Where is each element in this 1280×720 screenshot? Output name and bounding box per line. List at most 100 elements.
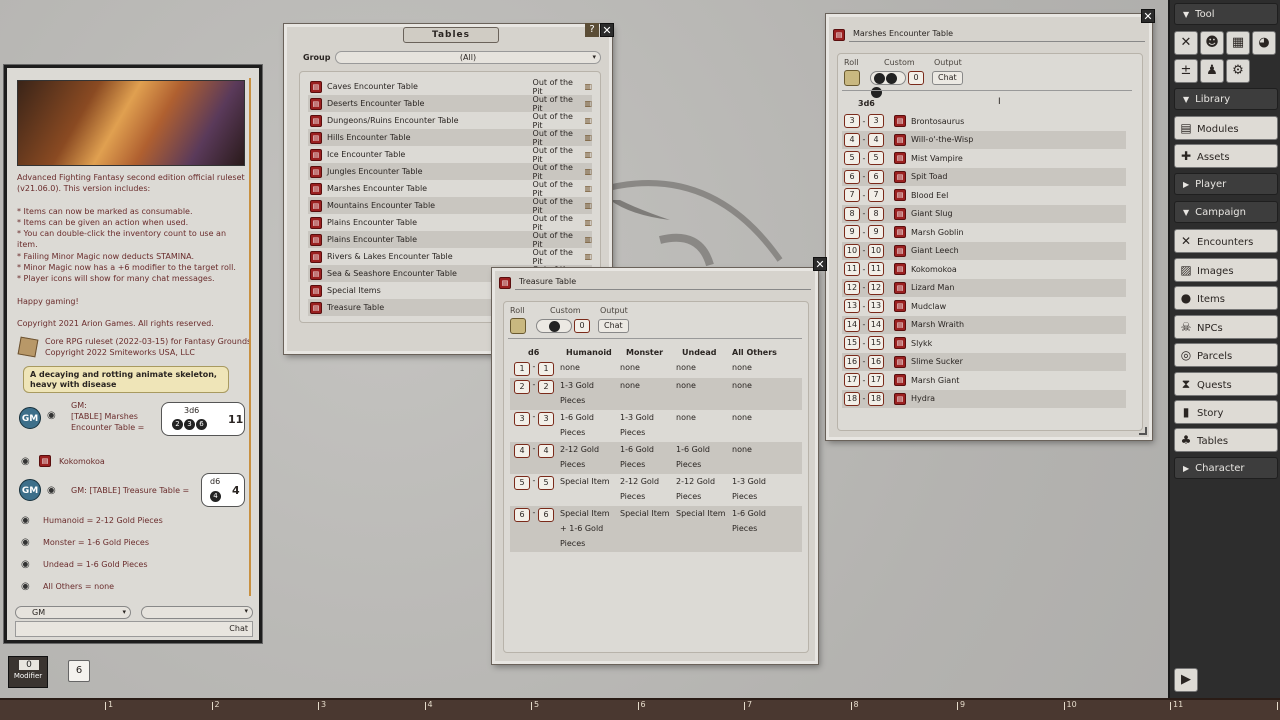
range-high[interactable]: 2 <box>538 380 554 394</box>
range-high[interactable]: 4 <box>538 444 554 458</box>
range-low[interactable]: 8 <box>844 206 860 221</box>
visibility-eye-icon[interactable]: ◉ <box>47 486 61 496</box>
table-list-item[interactable]: ▤ Marshes Encounter Table Out of the Pit ▥ <box>308 180 592 198</box>
range-high[interactable]: 15 <box>868 336 884 350</box>
range-high[interactable]: 14 <box>868 317 884 332</box>
section-character[interactable]: ▶ Character <box>1174 457 1278 479</box>
close-icon[interactable]: ✕ <box>600 23 614 37</box>
sidebar-item-modules[interactable]: ▤ Modules <box>1174 116 1278 140</box>
range-high[interactable]: 3 <box>538 412 554 426</box>
npc-link-icon[interactable]: ▤ <box>894 152 906 164</box>
npc-link-icon[interactable]: ▤ <box>894 263 906 275</box>
range-high[interactable]: 12 <box>868 280 884 295</box>
table-list-item[interactable]: ▤ Plains Encounter Table Out of the Pit ▥ <box>308 214 592 232</box>
section-player[interactable]: ▶ Player <box>1174 173 1278 195</box>
encounter-row[interactable]: 17-17 ▤ Marsh Giant <box>842 371 1126 389</box>
treasure-row[interactable]: 1-1 none none none none <box>510 360 802 378</box>
modifier-box[interactable]: 0 Modifier <box>8 656 48 688</box>
treasure-row[interactable]: 2-2 1-3 Gold Pieces none none none <box>510 378 802 410</box>
output-chat-button[interactable]: Chat <box>598 319 629 333</box>
range-high[interactable]: 11 <box>868 262 884 276</box>
table-list-item[interactable]: ▤ Jungles Encounter Table Out of the Pit ▥ <box>308 163 592 181</box>
range-low[interactable]: 4 <box>844 132 860 147</box>
encounter-row[interactable]: 18-18 ▤ Hydra <box>842 389 1126 408</box>
custom-dice-field[interactable] <box>536 319 572 333</box>
chat-scrollbar[interactable] <box>249 78 251 596</box>
encounter-row[interactable]: 11-11 ▤ Kokomokoa <box>842 260 1126 278</box>
range-low[interactable]: 1 <box>514 362 530 376</box>
encounter-row[interactable]: 4-4 ▤ Will-o'-the-Wisp <box>842 130 1126 149</box>
window-resize-handle[interactable] <box>1139 427 1147 435</box>
npc-link-icon[interactable]: ▤ <box>894 226 906 238</box>
npc-link-icon[interactable]: ▤ <box>894 115 906 127</box>
custom-modifier-field[interactable]: 0 <box>908 71 924 85</box>
encounter-row[interactable]: 14-14 ▤ Marsh Wraith <box>842 315 1126 334</box>
encounter-row[interactable]: 10-10 ▤ Giant Leech <box>842 241 1126 260</box>
range-low[interactable]: 13 <box>844 299 860 313</box>
npc-link-icon[interactable]: ▤ <box>894 374 906 386</box>
marshes-title-field[interactable]: Marshes Encounter Table <box>849 27 1145 42</box>
modifiers-icon[interactable]: ± <box>1174 59 1198 83</box>
table-list-item[interactable]: ▤ Deserts Encounter Table Out of the Pit ▥ <box>308 95 592 113</box>
range-high[interactable]: 18 <box>868 391 884 406</box>
visibility-eye-icon[interactable]: ◉ <box>21 516 35 526</box>
range-high[interactable]: 3 <box>868 114 884 128</box>
gear-icon[interactable]: ⚙ <box>1226 59 1250 83</box>
play-icon[interactable]: ▶ <box>1174 668 1198 692</box>
npc-link-icon[interactable]: ▤ <box>894 318 906 331</box>
encounter-row[interactable]: 16-16 ▤ Slime Sucker <box>842 352 1126 371</box>
npc-link-icon[interactable]: ▤ <box>894 392 906 405</box>
visibility-eye-icon[interactable]: ◉ <box>21 560 35 570</box>
encounter-row[interactable]: 9-9 ▤ Marsh Goblin <box>842 223 1126 241</box>
section-library[interactable]: ▼ Library <box>1174 88 1278 110</box>
output-chat-button[interactable]: Chat <box>932 71 963 85</box>
range-high[interactable]: 10 <box>868 243 884 258</box>
range-low[interactable]: 9 <box>844 225 860 239</box>
roll-dice-button[interactable] <box>510 318 526 334</box>
npc-link-icon[interactable]: ▤ <box>894 244 906 257</box>
crossed-swords-icon[interactable]: ✕ <box>1174 31 1198 55</box>
npc-link-icon[interactable]: ▤ <box>894 300 906 312</box>
encounter-row[interactable]: 8-8 ▤ Giant Slug <box>842 204 1126 223</box>
range-high[interactable]: 13 <box>868 299 884 313</box>
sidebar-item-images[interactable]: ▨ Images <box>1174 258 1278 282</box>
sidebar-item-encounters[interactable]: ✕ Encounters <box>1174 229 1278 253</box>
section-campaign[interactable]: ▼ Campaign <box>1174 201 1278 223</box>
npc-link-icon[interactable]: ▤ <box>894 133 906 146</box>
chat-input[interactable]: Chat <box>15 621 253 637</box>
range-low[interactable]: 17 <box>844 373 860 387</box>
table-list-item[interactable]: ▤ Hills Encounter Table Out of the Pit ▥ <box>308 129 592 147</box>
npc-link-icon[interactable]: ▤ <box>894 189 906 201</box>
calendar-icon[interactable]: ▦ <box>1226 31 1250 55</box>
range-low[interactable]: 5 <box>514 476 530 490</box>
treasure-row[interactable]: 5-5 Special Item 2-12 Gold Pieces 2-12 Gold… <box>510 474 802 506</box>
identity-select[interactable]: GM ▾ <box>15 606 131 619</box>
range-low[interactable]: 7 <box>844 188 860 202</box>
table-link-icon[interactable]: ▤ <box>39 455 51 467</box>
range-high[interactable]: 9 <box>868 225 884 239</box>
range-low[interactable]: 3 <box>844 114 860 128</box>
sidebar-item-parcels[interactable]: ◎ Parcels <box>1174 343 1278 367</box>
language-select[interactable]: ▾ <box>141 606 253 619</box>
npc-link-icon[interactable]: ▤ <box>894 337 906 349</box>
help-icon[interactable]: ? <box>585 23 599 37</box>
party-icon[interactable]: ☻ <box>1200 31 1224 55</box>
range-high[interactable]: 17 <box>868 373 884 387</box>
treasure-title-field[interactable]: Treasure Table <box>515 275 811 290</box>
range-high[interactable]: 16 <box>868 354 884 369</box>
visibility-eye-icon[interactable]: ◉ <box>21 538 35 548</box>
treasure-row[interactable]: 4-4 2-12 Gold Pieces 1-6 Gold Pieces 1-6 Go… <box>510 442 802 474</box>
encounter-row[interactable]: 5-5 ▤ Mist Vampire <box>842 149 1126 167</box>
sidebar-item-quests[interactable]: ⧗ Quests <box>1174 372 1278 396</box>
close-icon[interactable]: ✕ <box>813 257 827 271</box>
visibility-eye-icon[interactable]: ◉ <box>47 411 61 421</box>
sidebar-item-items[interactable]: ● Items <box>1174 286 1278 310</box>
range-low[interactable]: 5 <box>844 151 860 165</box>
encounter-row[interactable]: 13-13 ▤ Mudclaw <box>842 297 1126 315</box>
range-low[interactable]: 2 <box>514 380 530 394</box>
range-low[interactable]: 18 <box>844 391 860 406</box>
table-list-item[interactable]: ▤ Ice Encounter Table Out of the Pit ▥ <box>308 146 592 164</box>
encounter-row[interactable]: 6-6 ▤ Spit Toad <box>842 167 1126 186</box>
encounter-row[interactable]: 15-15 ▤ Slykk <box>842 334 1126 352</box>
group-select[interactable]: (All) ▾ <box>335 51 601 64</box>
